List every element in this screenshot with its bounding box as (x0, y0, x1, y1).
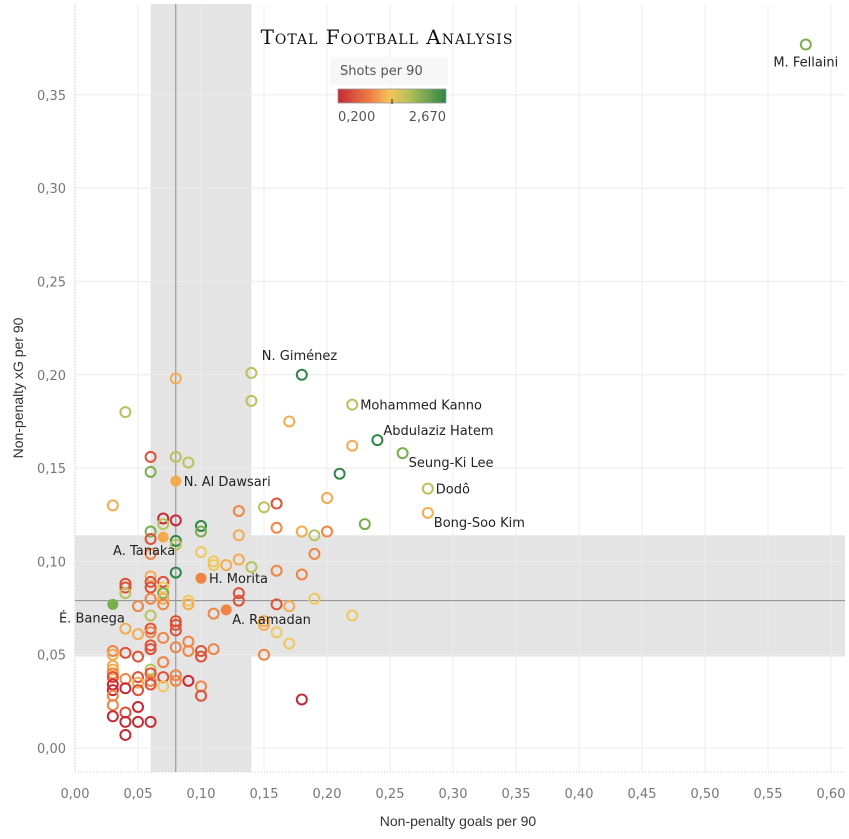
legend-max-label: 2,670 (409, 110, 446, 125)
legend-min-label: 0,200 (338, 110, 375, 125)
data-point (119, 728, 132, 741)
x-tick-label: 0,15 (250, 787, 279, 802)
x-tick-label: 0,35 (502, 787, 531, 802)
x-tick-label: 0,45 (628, 787, 657, 802)
y-tick-label: 0,00 (37, 742, 66, 757)
labeled-point (371, 434, 384, 447)
point-label: Abdulaziz Hatem (383, 424, 493, 439)
x-tick-label: 0,30 (439, 787, 468, 802)
y-tick-label: 0,15 (37, 462, 66, 477)
highlighted-point (170, 475, 182, 487)
point-label: Seung-Ki Lee (409, 456, 494, 471)
y-tick-label: 0,05 (37, 649, 66, 664)
point-label: A. Ramadan (232, 613, 311, 628)
data-point (358, 518, 371, 531)
x-tick-label: 0,25 (376, 787, 405, 802)
data-point (270, 497, 283, 510)
highlighted-point (107, 598, 119, 610)
labeled-point (421, 506, 434, 519)
data-point (295, 693, 308, 706)
point-label: Mohammed Kanno (360, 399, 482, 414)
x-tick-label: 0,00 (61, 787, 90, 802)
x-tick-label: 0,55 (754, 787, 783, 802)
data-point (346, 439, 359, 452)
y-tick-label: 0,25 (37, 276, 66, 291)
labeled-point (421, 482, 434, 495)
data-point (106, 499, 119, 512)
x-tick-label: 0,05 (124, 787, 153, 802)
x-tick-label: 0,20 (313, 787, 342, 802)
y-tick-label: 0,35 (37, 89, 66, 104)
x-tick-label: 0,60 (817, 787, 846, 802)
data-point (333, 467, 346, 480)
labeled-point (799, 38, 812, 51)
highlighted-point (195, 572, 207, 584)
point-label: A. Tanaka (113, 544, 175, 559)
legend-title: Shots per 90 (340, 64, 423, 79)
x-axis-ticks: 0,00 0,05 0,10 0,15 0,20 0,25 0,30 0,35 0,40 0,45… (61, 787, 846, 802)
data-point (119, 406, 132, 419)
scatter-chart: 0,00 0,05 0,10 0,15 0,20 0,25 0,30 0,35 0,40 0,45… (10, 4, 846, 829)
labeled-point (346, 398, 359, 411)
point-label: H. Morita (209, 572, 268, 587)
point-label: Dodô (436, 483, 470, 498)
x-axis-title: Non-penalty goals per 90 (380, 813, 537, 829)
y-axis-title: Non-penalty xG per 90 (10, 317, 26, 458)
reference-bands (75, 4, 845, 772)
x-tick-label: 0,50 (691, 787, 720, 802)
point-label: M. Fellaini (773, 56, 838, 71)
y-axis-ticks: 0,00 0,05 0,10 0,15 0,20 0,25 0,30 0,35 (37, 89, 66, 757)
data-point (295, 525, 308, 538)
highlighted-point (157, 531, 169, 543)
labeled-point (396, 447, 409, 460)
data-point (283, 415, 296, 428)
point-label: N. Giménez (262, 349, 338, 364)
highlighted-point (220, 604, 232, 616)
y-tick-label: 0,20 (37, 369, 66, 384)
y-tick-label: 0,30 (37, 182, 66, 197)
x-tick-label: 0,40 (565, 787, 594, 802)
x-tick-label: 0,10 (187, 787, 216, 802)
point-label: É. Banega (59, 610, 125, 626)
y-tick-label: 0,10 (37, 555, 66, 570)
brand-logo: Total Football Analysis (261, 25, 514, 49)
data-point (106, 710, 119, 723)
color-legend: Shots per 90 0,200 2,670 (330, 57, 448, 125)
data-point (270, 521, 283, 534)
point-label: Bong-Soo Kim (434, 516, 525, 531)
point-label: N. Al Dawsari (184, 475, 271, 490)
